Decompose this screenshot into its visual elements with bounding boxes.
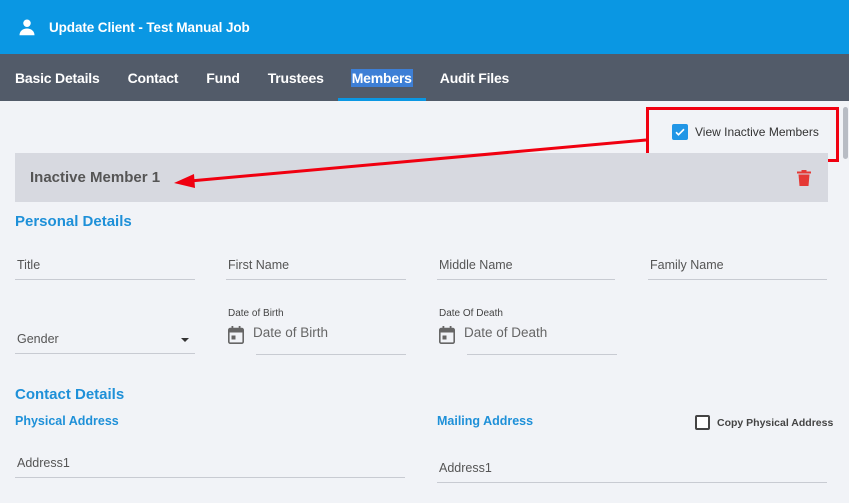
tab-trustees[interactable]: Trustees [254, 54, 338, 101]
checkbox-unchecked-icon[interactable] [695, 415, 710, 430]
scrollbar-thumb[interactable] [843, 107, 848, 159]
first-name-placeholder: First Name [228, 258, 290, 272]
mailing-address-heading: Mailing Address [437, 414, 534, 428]
first-name-field[interactable]: First Name [226, 252, 406, 280]
date-of-birth-placeholder: Date of Birth [253, 325, 329, 340]
physical-address1-field[interactable]: Address1 [15, 450, 405, 478]
date-of-birth-label: Date of Birth [228, 308, 284, 319]
calendar-icon[interactable] [439, 326, 455, 344]
tab-label: Contact [127, 69, 179, 86]
mailing-address1-placeholder: Address1 [439, 461, 492, 475]
app-header: Update Client - Test Manual Job [0, 0, 849, 54]
tab-label: Basic Details [15, 69, 100, 86]
middle-name-field[interactable]: Middle Name [437, 252, 615, 280]
family-name-placeholder: Family Name [650, 258, 724, 272]
date-of-death-field[interactable]: Date Of Death Date of Death [439, 308, 619, 356]
calendar-icon[interactable] [228, 326, 244, 344]
tab-contact[interactable]: Contact [114, 54, 193, 101]
date-of-death-underline [467, 354, 617, 355]
copy-physical-address-checkbox[interactable]: Copy Physical Address [695, 415, 833, 430]
tab-members[interactable]: Members [337, 54, 426, 101]
personal-details-heading: Personal Details [15, 213, 132, 230]
title-field[interactable]: Title [15, 252, 195, 280]
tab-bar: Basic Details Contact Fund Trustees Memb… [0, 54, 849, 101]
copy-physical-address-label: Copy Physical Address [717, 416, 834, 429]
title-placeholder: Title [17, 258, 41, 272]
gender-placeholder: Gender [17, 332, 59, 346]
tab-label: Members [350, 68, 413, 87]
physical-address-heading: Physical Address [15, 414, 119, 428]
member-header: Inactive Member 1 [15, 153, 828, 202]
member-title: Inactive Member 1 [30, 169, 161, 186]
gender-select[interactable]: Gender [15, 326, 195, 354]
date-of-death-label: Date Of Death [439, 308, 503, 319]
date-of-death-placeholder: Date of Death [464, 325, 548, 340]
tab-fund[interactable]: Fund [192, 54, 253, 101]
middle-name-placeholder: Middle Name [439, 258, 513, 272]
user-icon [19, 19, 35, 36]
scrollbar-track[interactable] [842, 101, 849, 503]
date-of-birth-field[interactable]: Date of Birth Date of Birth [228, 308, 408, 356]
contact-details-heading: Contact Details [15, 386, 125, 403]
mailing-address1-field[interactable]: Address1 [437, 455, 827, 483]
tab-label: Fund [206, 69, 240, 86]
date-of-birth-underline [256, 354, 406, 355]
tab-label: Trustees [267, 69, 324, 86]
family-name-field[interactable]: Family Name [648, 252, 827, 280]
tab-audit-files[interactable]: Audit Files [426, 54, 523, 101]
chevron-down-icon [181, 338, 189, 342]
physical-address1-placeholder: Address1 [17, 456, 70, 470]
tab-basic-details[interactable]: Basic Details [0, 54, 114, 101]
tab-label: Audit Files [439, 69, 510, 86]
page-title: Update Client - Test Manual Job [49, 19, 250, 35]
trash-icon[interactable] [797, 170, 811, 186]
